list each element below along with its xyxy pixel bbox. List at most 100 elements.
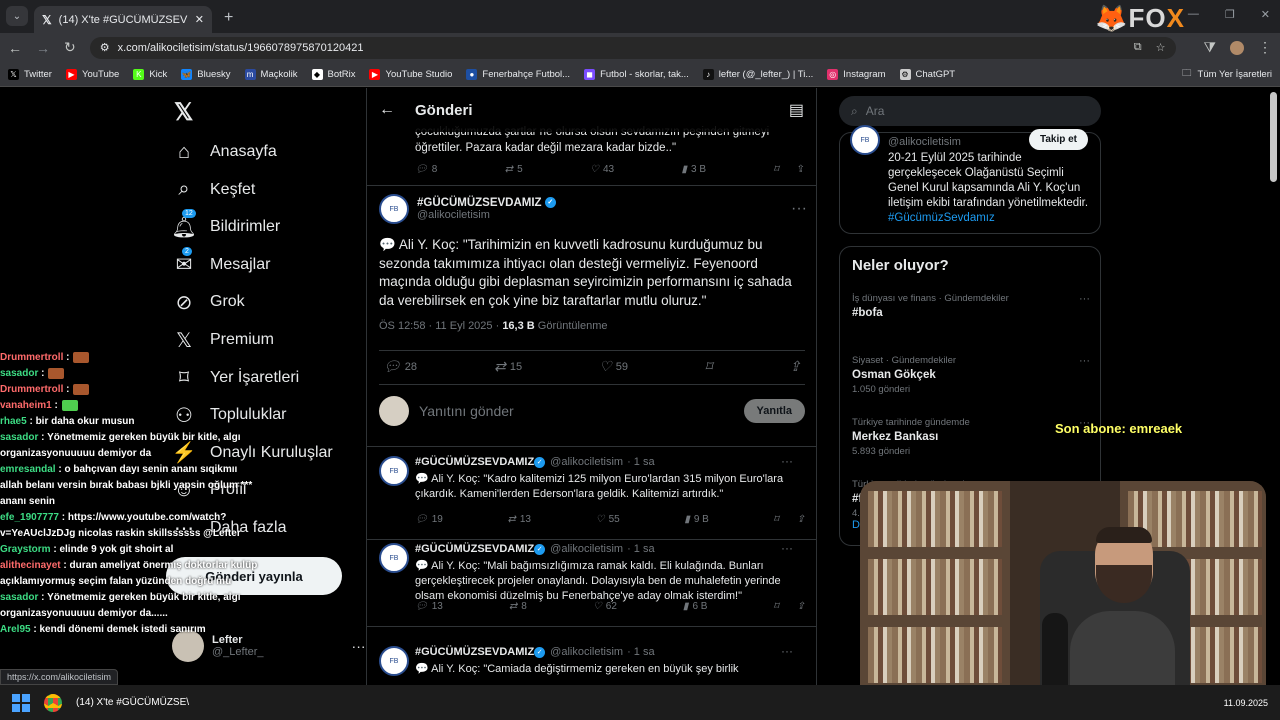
minimize-button[interactable]: —	[1188, 8, 1199, 21]
author-handle[interactable]: @alikociletisim	[550, 646, 623, 658]
bookmark-mackolik[interactable]: m Maçkolik	[244, 68, 298, 80]
share-icon[interactable]: ⇪	[797, 601, 805, 612]
tab-search-button[interactable]: ⌄	[6, 6, 28, 26]
taskbar-chrome-title[interactable]: (14) X'te #GÜCÜMÜZSE\	[76, 697, 189, 708]
nav-item-x-premium[interactable]: 𝕏 Premium	[172, 328, 274, 352]
chrome-icon[interactable]	[44, 693, 62, 712]
author-handle[interactable]: @alikociletisim	[550, 456, 623, 468]
more-dots-icon[interactable]: ···	[352, 638, 366, 654]
author-name[interactable]: #GÜCÜMÜZSEVDAMIZ	[417, 197, 542, 209]
views-action[interactable]: ▮ 3 B	[682, 164, 707, 175]
reload-button[interactable]: ↻	[64, 39, 76, 56]
forward-button[interactable]: →	[36, 40, 50, 56]
site-info-icon[interactable]: ⚙	[100, 41, 110, 54]
bookmark-action[interactable]: ⌑ ⇪	[773, 514, 805, 525]
share-icon[interactable]: ⇪	[797, 514, 805, 525]
nav-item-mail[interactable]: ✉ 2 Mesajlar	[172, 246, 270, 277]
author-name[interactable]: #GÜCÜMÜZSEVDAMIZ	[415, 646, 534, 658]
bookmark-botrix[interactable]: ◆ BotRix	[311, 68, 355, 80]
extensions-icon[interactable]: ⧩	[1204, 39, 1217, 56]
bookmark-fenerbahce[interactable]: ● Fenerbahçe Futbol...	[466, 68, 570, 80]
maximize-button[interactable]: ❐	[1225, 8, 1235, 21]
repost-action[interactable]: ⇄ 15	[494, 358, 522, 375]
install-app-icon[interactable]: ⧉	[1134, 41, 1142, 54]
fenerbahce-avatar[interactable]: FB	[379, 194, 409, 224]
follow-button[interactable]: Takip et	[1028, 129, 1088, 150]
more-options-icon[interactable]: ···	[1079, 355, 1090, 367]
fenerbahce-avatar[interactable]: FB	[379, 646, 409, 676]
more-options-icon[interactable]: ···	[781, 454, 793, 468]
trend-item[interactable]: İş dünyası ve finans · Gündemdekiler #bof…	[852, 293, 1090, 319]
close-window-button[interactable]: ✕	[1261, 8, 1270, 21]
author-handle[interactable]: @alikociletisim	[550, 543, 623, 555]
more-options-icon[interactable]: ···	[1079, 293, 1090, 305]
address-bar[interactable]: ⚙ x.com/alikociletisim/status/1966078975…	[89, 36, 1176, 59]
x-logo-icon[interactable]: 𝕏	[174, 98, 193, 127]
bookmark-chatgpt[interactable]: ⚙ ChatGPT	[899, 68, 955, 80]
reply-button[interactable]: Yanıtla	[743, 399, 805, 423]
bookmark-kick[interactable]: K Kick	[133, 68, 167, 80]
bookmark-action[interactable]: ⌑	[705, 358, 712, 375]
profile-handle[interactable]: @alikociletisim	[888, 135, 961, 150]
tweet-time[interactable]: · 1 sa	[627, 646, 655, 658]
bookmark-instagram[interactable]: ◎ Instagram	[827, 68, 886, 80]
fenerbahce-avatar[interactable]: FB	[379, 543, 409, 573]
repost-action[interactable]: ⇄ 13	[507, 514, 531, 525]
page-scrollbar[interactable]	[1270, 92, 1277, 182]
verified-badge-icon: ✓	[534, 456, 546, 468]
new-tab-button[interactable]: +	[224, 9, 233, 27]
nav-item-bell[interactable]: 🔔︎ 12 Bildirimler	[171, 209, 280, 239]
tweet-time[interactable]: · 1 sa	[627, 543, 655, 555]
trend-item[interactable]: Siyaset · Gündemdekiler Osman Gökçek 1.050…	[852, 355, 1090, 395]
all-bookmarks-folder[interactable]: 🗀 Tüm Yer İşaretleri	[1182, 66, 1272, 82]
more-options-icon[interactable]: ···	[781, 644, 793, 658]
bio-hashtag[interactable]: #GücümüzSevdamız	[888, 212, 995, 224]
views-action[interactable]: ▮ 9 B	[684, 514, 709, 525]
share-action[interactable]: ⇪	[789, 358, 801, 375]
fenerbahce-avatar[interactable]: FB	[379, 456, 409, 486]
author-name[interactable]: #GÜCÜMÜZSEVDAMIZ	[415, 456, 534, 468]
bookmark-star-icon[interactable]: ☆	[1156, 41, 1166, 54]
repost-action[interactable]: ⇄ 8	[509, 601, 527, 612]
reader-mode-icon[interactable]: ▤	[789, 100, 804, 120]
reply-action[interactable]: 💬︎ 13	[415, 601, 443, 612]
fenerbahce-avatar[interactable]: FB	[850, 125, 880, 155]
like-action[interactable]: ♡ 62	[593, 601, 617, 612]
nav-item-search[interactable]: ⌕ Keşfet	[172, 178, 255, 202]
more-options-icon[interactable]: ···	[791, 200, 807, 218]
reply-action[interactable]: 💬︎ 28	[383, 358, 417, 375]
bookmark-x[interactable]: 𝕏 Twitter	[8, 68, 52, 80]
back-arrow-icon[interactable]: ←	[379, 101, 395, 119]
windows-start-icon[interactable]	[12, 693, 30, 712]
search-input[interactable]: ⌕ Ara	[839, 96, 1101, 126]
author-name[interactable]: #GÜCÜMÜZSEVDAMIZ	[415, 543, 534, 555]
share-icon[interactable]: ⇪	[797, 164, 805, 175]
author-handle[interactable]: @alikociletisim	[417, 209, 556, 221]
tweet-time[interactable]: ÖS 12:58 · 11 Eyl 2025 ·	[379, 320, 502, 332]
views-action[interactable]: ▮ 6 B	[683, 601, 708, 612]
back-button[interactable]: ←	[8, 40, 22, 56]
tweet-time[interactable]: · 1 sa	[627, 456, 655, 468]
like-action[interactable]: ♡ 43	[590, 164, 614, 175]
like-action[interactable]: ♡ 55	[596, 514, 620, 525]
taskbar-date[interactable]: 11.09.2025	[1224, 698, 1268, 708]
bookmark-action[interactable]: ⌑ ⇪	[773, 601, 805, 612]
profile-avatar[interactable]	[1230, 40, 1244, 55]
reply-action[interactable]: 💬︎ 8	[415, 164, 437, 175]
bookmark-action[interactable]: ⌑ ⇪	[773, 164, 805, 175]
bookmark-tiktok[interactable]: ♪ lefter (@_lefter_) | Ti...	[702, 68, 813, 80]
reply-input[interactable]: Yanıtını gönder	[419, 403, 734, 419]
repost-action[interactable]: ⇄ 5	[505, 164, 523, 175]
nav-item-home[interactable]: ⌂ Anasayfa	[172, 140, 277, 164]
bookmark-bluesky[interactable]: 🦋 Bluesky	[181, 68, 231, 80]
bookmark-flashscore[interactable]: ◼ Futbol - skorlar, tak...	[584, 68, 689, 80]
bookmark-youtube[interactable]: ▶ YouTube	[65, 68, 119, 80]
close-tab-icon[interactable]: ✕	[195, 13, 204, 26]
nav-item-grok[interactable]: ⊘ Grok	[172, 290, 245, 314]
like-action[interactable]: ♡ 59	[599, 358, 628, 375]
more-options-icon[interactable]: ···	[781, 541, 793, 555]
browser-menu-icon[interactable]: ⋮	[1258, 39, 1272, 56]
reply-action[interactable]: 💬︎ 19	[415, 514, 443, 525]
browser-tab[interactable]: 𝕏 (14) X'te #GÜCÜMÜZSEVDAMIZ ✕	[34, 6, 212, 33]
bookmark-youtube-studio[interactable]: ▶ YouTube Studio	[369, 68, 452, 80]
